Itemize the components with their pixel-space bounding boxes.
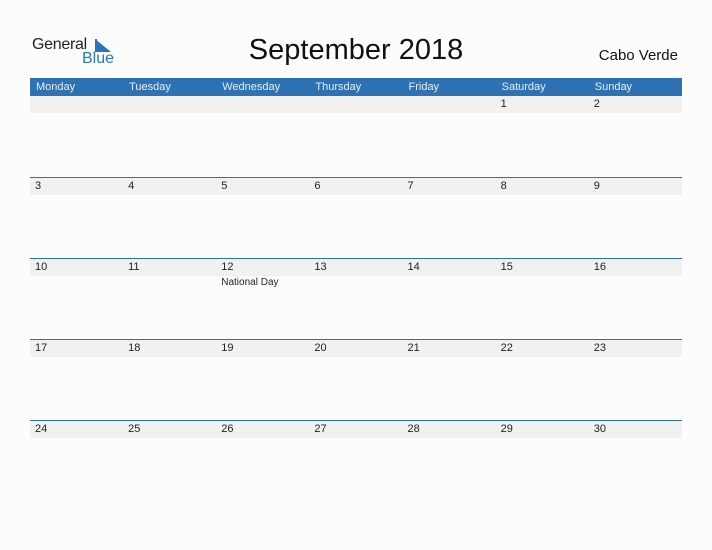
weekday-label: Wednesday (222, 81, 281, 93)
day-number: 22 (500, 342, 513, 354)
day-number: 26 (221, 423, 234, 435)
events-strip (30, 113, 682, 114)
day-number (30, 96, 123, 113)
weekday-label: Tuesday (129, 81, 171, 93)
day-number: 7 (407, 180, 414, 192)
day-number: 27 (314, 423, 327, 435)
weekday-label: Sunday (594, 81, 633, 93)
holiday-label (496, 276, 589, 288)
week-row: 12 (30, 96, 682, 177)
day-number: 12 (221, 261, 234, 273)
weekday-label: Thursday (315, 81, 362, 93)
events-strip (30, 438, 682, 439)
holiday-label (496, 113, 589, 114)
date-strip: 17 18 19 20 21 22 23 (30, 340, 682, 357)
holiday-label (30, 276, 123, 288)
events-strip: National Day (30, 276, 682, 288)
holiday-label (309, 357, 402, 358)
holiday-label (309, 438, 402, 439)
holiday-label (403, 195, 496, 196)
holiday-label (30, 357, 123, 358)
holiday-label (123, 438, 216, 439)
holiday-label (589, 195, 682, 196)
holiday-label (216, 195, 309, 196)
holiday-label (30, 113, 123, 114)
day-number: 14 (407, 261, 420, 273)
week-row: 10 11 12 13 14 15 16 National Day (30, 258, 682, 339)
weekday-label: Saturday (501, 81, 546, 93)
events-strip (30, 195, 682, 196)
holiday-label (123, 195, 216, 196)
holiday-label (403, 357, 496, 358)
day-number: 18 (128, 342, 141, 354)
weekday-label: Friday (408, 81, 440, 93)
day-number: 24 (35, 423, 48, 435)
holiday-label (123, 357, 216, 358)
day-number: 19 (221, 342, 234, 354)
holiday-label (496, 195, 589, 196)
day-number (309, 96, 402, 113)
date-strip: 3 4 5 6 7 8 9 (30, 178, 682, 195)
holiday-label (309, 276, 402, 288)
date-strip: 24 25 26 27 28 29 30 (30, 421, 682, 438)
weekday-label: Monday (36, 81, 76, 93)
date-strip: 12 (30, 96, 682, 113)
day-number: 13 (314, 261, 327, 273)
holiday-label (309, 195, 402, 196)
holiday-label (589, 357, 682, 358)
day-number: 9 (593, 180, 600, 192)
day-number: 10 (35, 261, 48, 273)
holiday-label (589, 438, 682, 439)
holiday-label (216, 357, 309, 358)
holiday-label (403, 113, 496, 114)
day-number: 20 (314, 342, 327, 354)
weekday-header: Monday Tuesday Wednesday Thursday Friday… (30, 78, 682, 96)
holiday-label (30, 195, 123, 196)
day-number: 3 (35, 180, 42, 192)
day-number: 30 (593, 423, 606, 435)
week-row: 3 4 5 6 7 8 9 (30, 177, 682, 258)
day-number: 28 (407, 423, 420, 435)
day-number: 11 (128, 261, 140, 273)
holiday-label (403, 438, 496, 439)
day-number: 15 (500, 261, 513, 273)
holiday-label (123, 276, 216, 288)
holiday-label (496, 438, 589, 439)
day-number: 6 (314, 180, 321, 192)
holiday-label: National Day (221, 277, 279, 288)
day-number: 21 (407, 342, 420, 354)
holiday-label (123, 113, 216, 114)
holiday-label (216, 113, 309, 114)
holiday-label (496, 357, 589, 358)
calendar: Monday Tuesday Wednesday Thursday Friday… (30, 78, 682, 501)
day-number: 16 (593, 261, 606, 273)
day-number (123, 96, 216, 113)
day-number (216, 96, 309, 113)
day-number: 5 (221, 180, 228, 192)
day-number: 4 (128, 180, 135, 192)
day-number: 8 (500, 180, 507, 192)
holiday-label (216, 438, 309, 439)
day-number: 17 (35, 342, 48, 354)
holiday-label (589, 276, 682, 288)
events-strip (30, 357, 682, 358)
day-number (403, 96, 496, 113)
day-number: 2 (593, 98, 600, 110)
date-strip: 10 11 12 13 14 15 16 (30, 259, 682, 276)
holiday-label (309, 113, 402, 114)
holiday-label (30, 438, 123, 439)
holiday-label (589, 113, 682, 114)
day-number: 25 (128, 423, 141, 435)
day-number: 23 (593, 342, 606, 354)
holiday-label (403, 276, 496, 288)
day-number: 29 (500, 423, 513, 435)
week-row: 17 18 19 20 21 22 23 (30, 339, 682, 420)
week-row: 24 25 26 27 28 29 30 (30, 420, 682, 501)
country-label: Cabo Verde (598, 47, 678, 64)
day-number: 1 (500, 98, 507, 110)
